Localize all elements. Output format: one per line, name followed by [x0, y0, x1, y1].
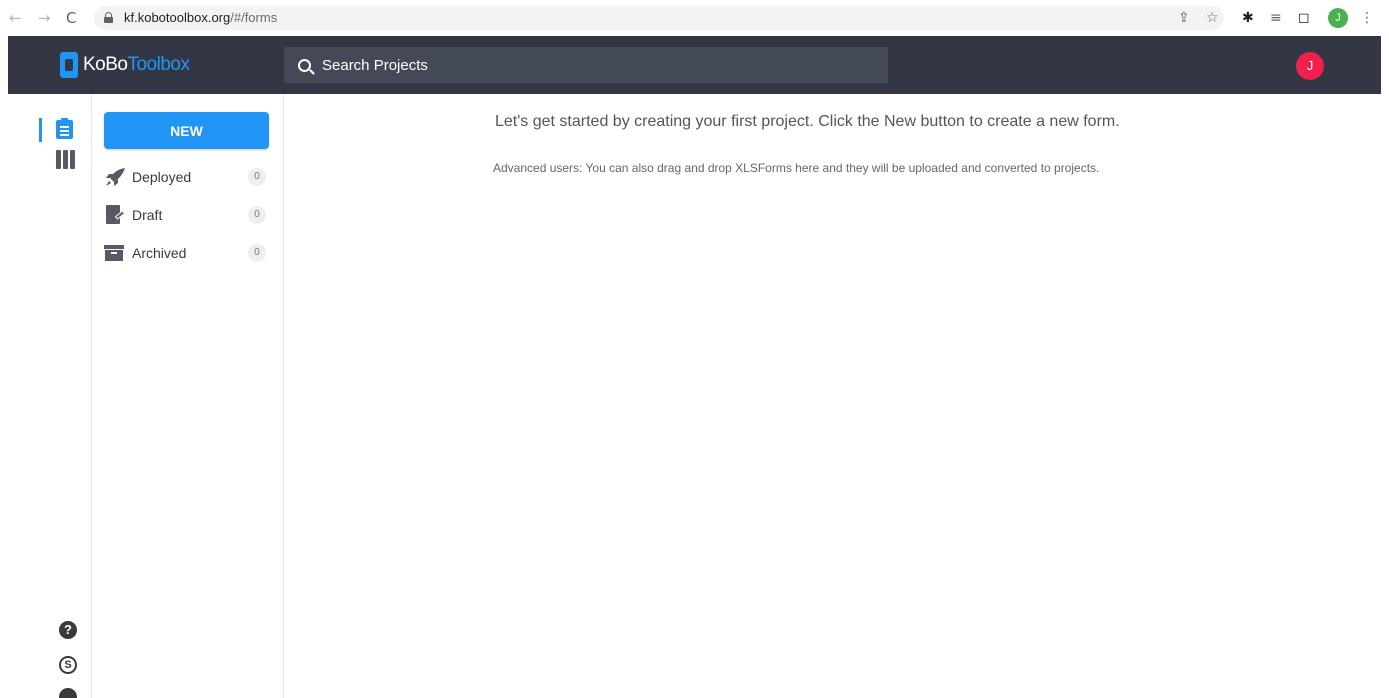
- user-avatar[interactable]: J: [1296, 52, 1324, 80]
- side-panel-icon[interactable]: ◻: [1298, 9, 1310, 27]
- filter-label: Draft: [132, 207, 163, 223]
- support-icon[interactable]: S: [59, 656, 77, 674]
- browser-profile-avatar[interactable]: J: [1328, 8, 1348, 28]
- filter-deployed[interactable]: Deployed 0: [104, 164, 269, 190]
- extensions-icon[interactable]: ✱: [1242, 9, 1254, 27]
- window-frame-left: [0, 36, 8, 698]
- count-badge: 0: [248, 206, 266, 224]
- left-rail: ? S: [8, 94, 92, 698]
- forms-icon[interactable]: [56, 118, 73, 139]
- count-badge: 0: [248, 244, 266, 262]
- extra-icon[interactable]: [59, 688, 77, 698]
- reading-list-icon[interactable]: ≡: [1270, 9, 1282, 27]
- new-project-button[interactable]: NEW: [104, 112, 269, 149]
- bookmark-star-icon[interactable]: ☆: [1206, 9, 1219, 27]
- forward-icon[interactable]: →: [38, 9, 51, 27]
- back-icon[interactable]: ←: [9, 9, 22, 27]
- empty-state-subtext: Advanced users: You can also drag and dr…: [493, 161, 1100, 175]
- archive-icon: [104, 243, 126, 263]
- search-input[interactable]: [322, 56, 842, 74]
- logo-icon: [60, 52, 78, 78]
- search-icon: [298, 58, 311, 72]
- more-menu-icon[interactable]: ⋮: [1360, 9, 1374, 27]
- search-bar[interactable]: [284, 47, 888, 83]
- window-frame-right: [1381, 36, 1389, 698]
- browser-toolbar: ← → C kf.kobotoolbox.org/#/forms ⇪ ☆ ✱ ≡…: [0, 0, 1389, 36]
- projects-sidebar: NEW Deployed 0 Draft 0 Archived 0: [92, 94, 284, 698]
- share-icon[interactable]: ⇪: [1178, 9, 1190, 27]
- url-text[interactable]: kf.kobotoolbox.org/#/forms: [124, 10, 277, 25]
- count-badge: 0: [248, 168, 266, 186]
- empty-state-heading: Let's get started by creating your first…: [495, 113, 1120, 130]
- app-header: KoBoToolbox J: [8, 36, 1381, 94]
- help-icon[interactable]: ?: [59, 621, 77, 639]
- filter-label: Deployed: [132, 169, 192, 185]
- filter-archived[interactable]: Archived 0: [104, 240, 269, 266]
- main-content[interactable]: Let's get started by creating your first…: [285, 94, 1381, 698]
- lock-icon[interactable]: [104, 12, 113, 23]
- logo-text: KoBoToolbox: [83, 54, 190, 75]
- draft-icon: [104, 205, 126, 225]
- library-icon[interactable]: [56, 150, 76, 169]
- active-indicator: [39, 118, 42, 142]
- filter-label: Archived: [132, 245, 187, 261]
- filter-draft[interactable]: Draft 0: [104, 202, 269, 228]
- address-bar[interactable]: kf.kobotoolbox.org/#/forms: [94, 6, 1224, 30]
- reload-icon[interactable]: C: [66, 9, 76, 27]
- kobotoolbox-logo[interactable]: KoBoToolbox: [60, 52, 190, 78]
- rocket-icon: [106, 168, 125, 186]
